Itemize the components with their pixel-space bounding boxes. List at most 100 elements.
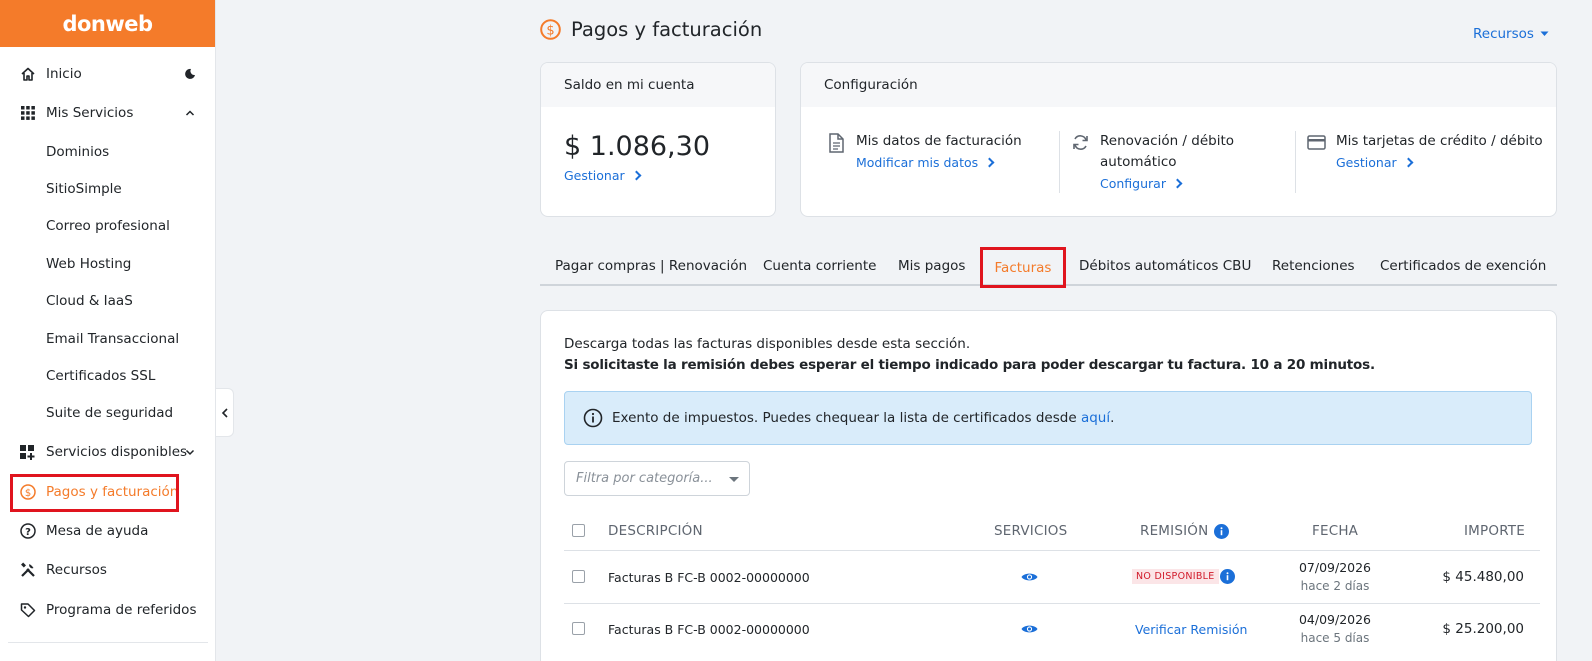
info-icon[interactable]	[1220, 569, 1235, 584]
sidebar-subitem-correo[interactable]: Correo profesional	[46, 212, 170, 240]
column-header-fecha[interactable]: FECHA	[1312, 523, 1358, 539]
alert-text-end: .	[1110, 410, 1115, 426]
document-icon	[829, 133, 844, 153]
chevron-left-icon	[221, 407, 228, 418]
chevron-right-icon	[1172, 178, 1183, 189]
link-label: Gestionar	[564, 168, 625, 183]
row-date-value: 04/09/2026	[1298, 612, 1372, 627]
row-date: 07/09/2026 hace 2 días	[1290, 559, 1380, 595]
balance-manage-link[interactable]: Gestionar	[564, 168, 642, 183]
column-header-remision[interactable]: REMISIÓN	[1140, 523, 1230, 539]
tab-retenciones[interactable]: Retenciones	[1272, 247, 1355, 284]
help-circle-icon: ?	[19, 523, 36, 540]
credit-card-icon	[1307, 135, 1326, 150]
verify-remision-link[interactable]: Verificar Remisión	[1135, 622, 1247, 637]
sidebar-item-label: Mis Servicios	[46, 105, 134, 121]
billing-tabs: Pagar compras | Renovación Cuenta corrie…	[540, 247, 1557, 288]
row-checkbox[interactable]	[572, 570, 585, 583]
sidebar-subitem-web-hosting[interactable]: Web Hosting	[46, 250, 131, 278]
tab-certificados-exencion[interactable]: Certificados de exención	[1380, 247, 1546, 284]
category-filter-select[interactable]: Filtra por categoría...	[564, 461, 750, 496]
link-label: Modificar mis datos	[856, 155, 979, 170]
column-header-servicios[interactable]: SERVICIOS	[994, 523, 1067, 539]
sidebar-item-inicio[interactable]: Inicio	[0, 58, 216, 90]
eye-icon[interactable]	[1021, 623, 1038, 635]
select-all-checkbox[interactable]	[572, 524, 585, 537]
remision-status-badge: NO DISPONIBLE	[1132, 569, 1219, 584]
recursos-dropdown[interactable]: Recursos	[1473, 26, 1549, 42]
tab-mis-pagos[interactable]: Mis pagos	[898, 247, 965, 284]
sidebar-item-mesa-ayuda[interactable]: ? Mesa de ayuda	[0, 515, 216, 547]
chevron-up-icon[interactable]	[183, 106, 197, 120]
sidebar-item-label: Inicio	[46, 66, 82, 82]
link-label: Gestionar	[1336, 155, 1397, 170]
highlight-box-sidebar	[10, 474, 179, 512]
chevron-right-icon	[631, 170, 642, 181]
sidebar-item-referidos[interactable]: Programa de referidos	[0, 594, 216, 626]
row-date: 04/09/2026 hace 5 días	[1290, 611, 1380, 647]
page-title: Pagos y facturación	[571, 18, 763, 41]
renewal-title-line2: automático	[1100, 154, 1177, 170]
info-icon[interactable]	[1214, 523, 1230, 539]
sidebar-item-mis-servicios[interactable]: Mis Servicios	[0, 97, 216, 129]
donweb-logo[interactable]: donweb	[0, 0, 215, 47]
balance-amount: $ 1.086,30	[564, 131, 710, 162]
info-icon	[583, 408, 603, 428]
row-description: Facturas B FC-B 0002-00000000	[608, 622, 810, 637]
page-header: $ Pagos y facturación	[540, 18, 762, 41]
grid-icon	[19, 105, 36, 122]
recursos-label: Recursos	[1473, 26, 1534, 42]
eye-icon[interactable]	[1021, 571, 1038, 583]
invoices-remision-notice: Si solicitaste la remisión debes esperar…	[564, 357, 1375, 373]
tab-pagar-compras[interactable]: Pagar compras | Renovación	[555, 247, 747, 284]
sidebar-subitem-sitiosimple[interactable]: SitioSimple	[46, 175, 122, 203]
row-checkbox[interactable]	[572, 622, 585, 635]
sidebar-item-recursos[interactable]: Recursos	[0, 554, 216, 586]
config-card-header: Configuración	[801, 63, 1556, 107]
divider	[1059, 131, 1060, 193]
sidebar-subitem-dominios[interactable]: Dominios	[46, 138, 109, 166]
row-date-value: 07/09/2026	[1298, 560, 1372, 575]
sync-icon	[1073, 135, 1088, 150]
invoices-description: Descarga todas las facturas disponibles …	[564, 336, 971, 352]
balance-card: Saldo en mi cuenta $ 1.086,30 Gestionar	[540, 62, 776, 217]
tab-cuenta-corriente[interactable]: Cuenta corriente	[763, 247, 876, 284]
row-description: Facturas B FC-B 0002-00000000	[608, 570, 810, 585]
table-divider	[564, 550, 1540, 551]
link-label: Configurar	[1100, 176, 1166, 191]
alert-link-aqui[interactable]: aquí	[1081, 410, 1110, 426]
balance-card-header: Saldo en mi cuenta	[541, 63, 775, 107]
sidebar-subitem-email-transaccional[interactable]: Email Transaccional	[46, 325, 179, 353]
dark-mode-icon[interactable]	[183, 67, 197, 81]
column-header-descripcion[interactable]: DESCRIPCIÓN	[608, 523, 703, 539]
home-icon	[19, 66, 36, 83]
column-header-importe[interactable]: IMPORTE	[1464, 523, 1525, 539]
sidebar-item-label: Servicios disponibles	[46, 444, 188, 460]
tab-facturas[interactable]: Facturas	[980, 247, 1066, 288]
cards-title: Mis tarjetas de crédito / débito	[1336, 133, 1543, 149]
renewal-configure-link[interactable]: Configurar	[1100, 176, 1183, 191]
cards-manage-link[interactable]: Gestionar	[1336, 155, 1414, 170]
sidebar-item-label: Recursos	[46, 562, 107, 578]
sidebar: donweb Inicio Mis Servicios Dominios Sit…	[0, 0, 216, 661]
sidebar-item-servicios-disponibles[interactable]: Servicios disponibles	[0, 436, 216, 468]
chevron-down-icon[interactable]	[183, 445, 197, 459]
svg-text:$: $	[546, 24, 554, 39]
tab-debitos-cbu[interactable]: Débitos automáticos CBU	[1079, 247, 1251, 284]
grid-plus-icon	[19, 444, 36, 461]
tools-icon	[19, 562, 36, 579]
tag-icon	[19, 602, 36, 619]
sidebar-subitem-cloud[interactable]: Cloud & IaaS	[46, 287, 133, 315]
column-header-label: REMISIÓN	[1140, 523, 1209, 539]
billing-modify-link[interactable]: Modificar mis datos	[856, 155, 995, 170]
chevron-right-icon	[1403, 157, 1414, 168]
caret-down-icon	[729, 477, 739, 482]
row-amount: $ 45.480,00	[1442, 569, 1524, 585]
row-date-relative: hace 2 días	[1300, 579, 1370, 593]
table-divider	[564, 603, 1540, 604]
chevron-right-icon	[984, 157, 995, 168]
tax-exempt-alert: Exento de impuestos. Puedes chequear la …	[564, 391, 1532, 445]
collapse-sidebar-button[interactable]	[216, 388, 234, 437]
sidebar-subitem-suite-seguridad[interactable]: Suite de seguridad	[46, 399, 173, 427]
sidebar-subitem-ssl[interactable]: Certificados SSL	[46, 362, 155, 390]
